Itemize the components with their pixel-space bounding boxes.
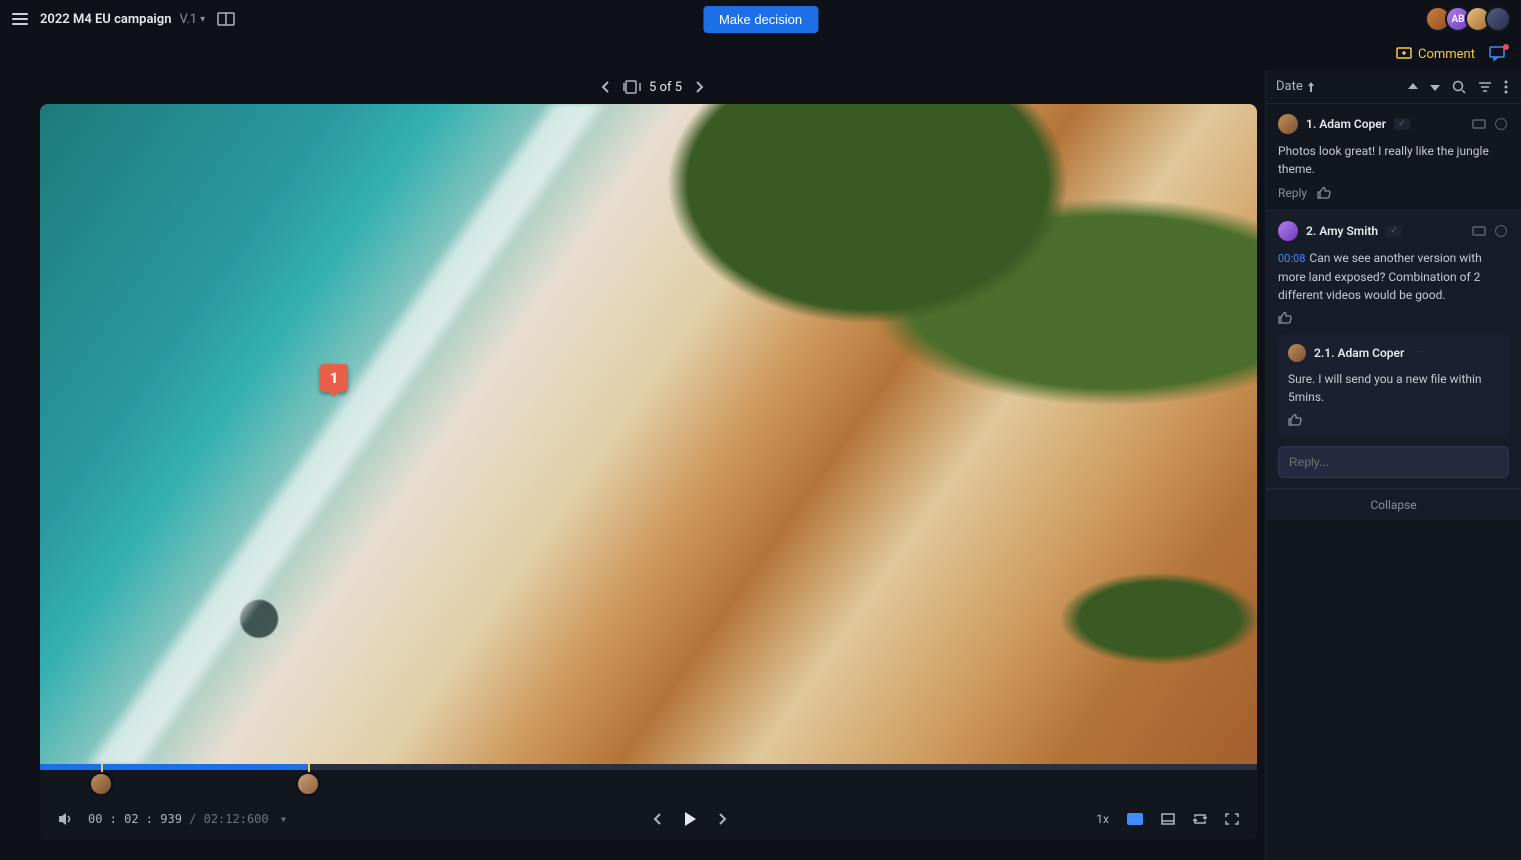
thumbnail-icon[interactable] [1157,809,1179,829]
like-icon[interactable] [1288,414,1302,426]
timeline-marker[interactable] [101,764,103,772]
next-frame-icon[interactable] [713,809,731,829]
annotation-marker[interactable]: 1 [320,364,348,392]
reply-link[interactable]: Reply [1278,186,1307,200]
avatar [1278,114,1298,134]
next-asset-icon[interactable] [690,76,708,98]
asset-counter: 5 of 5 [649,80,682,95]
comment-body: Photos look great! I really like the jun… [1278,142,1509,178]
volume-icon[interactable] [54,808,78,830]
comment[interactable]: 2. Amy Smith ✓ 00:08Can we see another v… [1266,211,1521,489]
attach-icon[interactable] [1471,116,1487,132]
avatar [1278,221,1298,241]
video-viewport[interactable]: 1 [40,104,1257,764]
comment[interactable]: 1. Adam Coper ✓ Photos look great! I rea… [1266,104,1521,211]
play-icon[interactable] [679,807,701,831]
filter-icon[interactable] [1475,78,1495,96]
avatar[interactable] [1485,6,1511,32]
like-icon[interactable] [1278,312,1292,324]
loop-icon[interactable] [1189,809,1211,829]
timeline-marker[interactable] [308,764,310,772]
compare-icon[interactable] [217,12,235,26]
comment-label: Comment [1418,47,1475,62]
caption-icon[interactable] [1123,809,1147,829]
project-title: 2022 M4 EU campaign [40,12,171,27]
timecode: 00 : 02 : 939 / 02:12:600 ▾ [88,812,287,826]
timeline-comment-avatar[interactable] [296,772,320,796]
prev-asset-icon[interactable] [597,76,615,98]
comment-body: 00:08Can we see another version with mor… [1278,249,1509,304]
collapse-button[interactable]: Collapse [1266,489,1521,520]
search-icon[interactable] [1449,77,1469,97]
like-icon[interactable] [1317,187,1331,199]
status-circle-icon[interactable] [1493,223,1509,239]
status-circle-icon[interactable] [1493,116,1509,132]
make-decision-button[interactable]: Make decision [703,6,818,33]
comment-author: 2. Amy Smith [1306,224,1378,238]
menu-icon[interactable] [10,9,30,29]
sort-arrow-up-icon [1307,82,1315,92]
reply-input[interactable] [1278,446,1509,478]
comment-button[interactable]: Comment [1396,46,1475,62]
comment-body: Sure. I will send you a new file within … [1288,370,1499,406]
badge-icon: ✓ [1394,118,1410,130]
asset-stack-icon[interactable] [623,80,641,94]
comment-author: 2.1. Adam Coper [1314,346,1404,360]
comments-sort-dropdown[interactable]: Date [1276,79,1315,94]
notification-dot [1503,44,1509,50]
playback-speed[interactable]: 1x [1092,808,1113,830]
version-dropdown[interactable]: V.1 [179,12,205,27]
timeline[interactable] [40,764,1257,798]
badge-icon: ✓ [1386,225,1402,237]
timeline-progress [40,764,308,770]
chat-icon[interactable] [1489,46,1507,62]
comment-author: 1. Adam Coper [1306,117,1386,131]
badge-icon: ··· [1412,347,1427,359]
collaborator-avatars: AB [1431,6,1511,32]
comment-timestamp[interactable]: 00:08 [1278,252,1305,265]
collapse-down-icon[interactable] [1427,80,1443,94]
prev-frame-icon[interactable] [649,809,667,829]
avatar [1288,344,1306,362]
more-icon[interactable] [1501,77,1511,97]
fullscreen-icon[interactable] [1221,809,1243,829]
attach-icon[interactable] [1471,223,1487,239]
collapse-up-icon[interactable] [1405,80,1421,94]
timecode-dropdown-icon[interactable]: ▾ [280,812,287,826]
comment-reply: 2.1. Adam Coper ··· Sure. I will send yo… [1278,334,1509,436]
timeline-comment-avatar[interactable] [89,772,113,796]
